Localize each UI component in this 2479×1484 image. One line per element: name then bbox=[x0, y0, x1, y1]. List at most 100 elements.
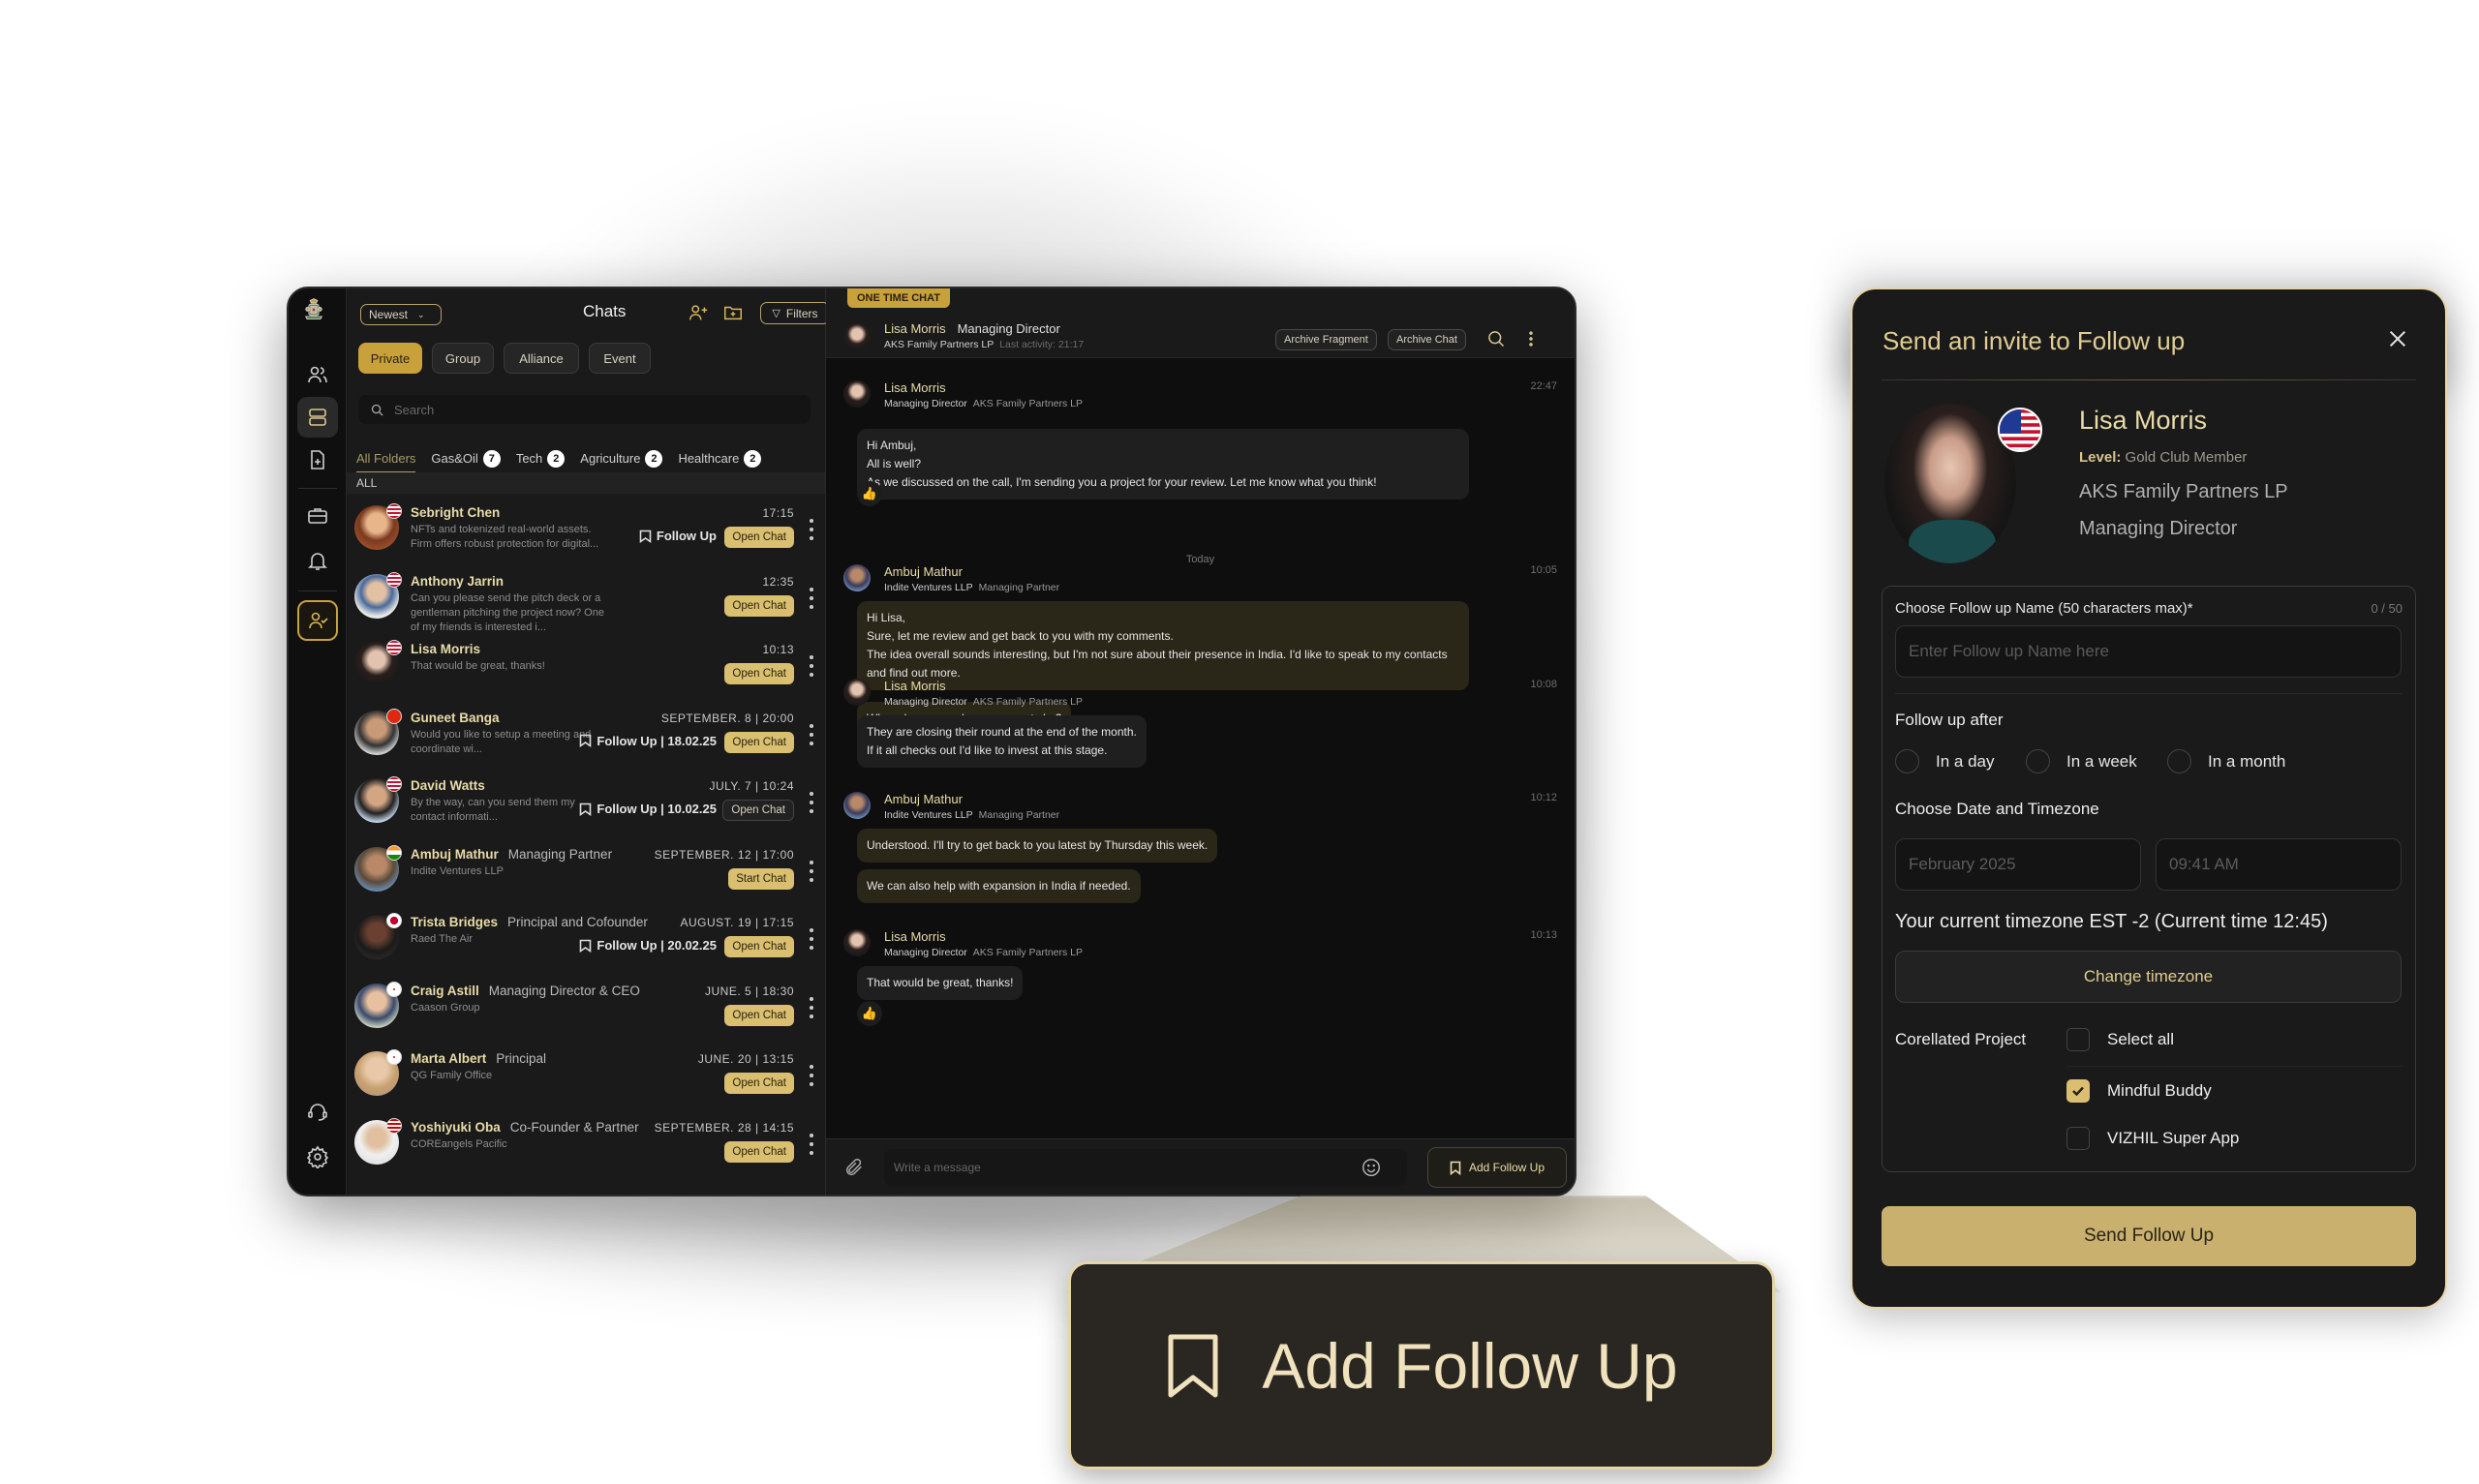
add-follow-up-button[interactable]: Add Follow Up bbox=[1427, 1147, 1567, 1188]
message-bubble[interactable]: Hi Lisa, Sure, let me review and get bac… bbox=[857, 601, 1469, 690]
message-bubble[interactable]: They are closing their round at the end … bbox=[857, 715, 1147, 768]
folder-tab-all[interactable]: All Folders bbox=[356, 451, 416, 473]
message-bubble[interactable]: That would be great, thanks! bbox=[857, 966, 1024, 1000]
folder-tab-tech[interactable]: Tech 2 bbox=[516, 449, 566, 468]
close-button[interactable] bbox=[2387, 328, 2410, 351]
date-input[interactable] bbox=[1895, 838, 2141, 891]
tab-private[interactable]: Private bbox=[358, 343, 422, 374]
sender-avatar[interactable] bbox=[843, 380, 871, 408]
checkbox-select-all[interactable]: Select all bbox=[2066, 1028, 2174, 1051]
tab-group[interactable]: Group bbox=[432, 343, 494, 374]
more-options-button[interactable] bbox=[808, 587, 815, 609]
settings-button[interactable] bbox=[297, 1136, 338, 1177]
add-contact-button[interactable] bbox=[686, 300, 711, 325]
follow-up-name-input[interactable] bbox=[1895, 625, 2402, 678]
message-bubble[interactable]: Understood. I'll try to get back to you … bbox=[857, 829, 1218, 863]
chat-list-item[interactable]: Anthony Jarrin Can you please send the pi… bbox=[347, 566, 825, 635]
new-folder-button[interactable] bbox=[720, 300, 746, 325]
send-follow-up-button[interactable]: Send Follow Up bbox=[1882, 1206, 2416, 1266]
checkbox-mindful-buddy[interactable]: Mindful Buddy bbox=[2066, 1079, 2212, 1103]
chat-list-item[interactable]: Ambuj Mathur Managing Partner Indite Ventu… bbox=[347, 839, 825, 908]
more-options-button[interactable] bbox=[808, 792, 815, 813]
search-icon bbox=[371, 404, 383, 416]
start-chat-button[interactable]: Start Chat bbox=[728, 867, 794, 890]
more-options-button[interactable] bbox=[808, 928, 815, 950]
message-input[interactable] bbox=[884, 1149, 1407, 1186]
sender-avatar[interactable] bbox=[843, 679, 871, 706]
chat-list-item[interactable]: Yoshiyuki Oba Co-Founder & Partner COREang… bbox=[347, 1112, 825, 1181]
radio-in-a-month[interactable]: In a month bbox=[2167, 749, 2285, 773]
checkbox[interactable] bbox=[2066, 1028, 2090, 1051]
tab-event[interactable]: Event bbox=[589, 343, 651, 374]
new-document-button[interactable] bbox=[297, 439, 338, 480]
contact-name: Guneet Banga bbox=[411, 710, 500, 725]
follow-up-indicator[interactable]: Follow Up | 10.02.25 bbox=[579, 802, 717, 816]
search-box[interactable]: Search bbox=[358, 395, 811, 424]
more-options-button[interactable] bbox=[808, 1133, 815, 1155]
checkbox-vizhil-super-app[interactable]: VIZHIL Super App bbox=[2066, 1127, 2239, 1150]
radio-in-a-day[interactable]: In a day bbox=[1895, 749, 1995, 773]
folder-tab-agriculture[interactable]: Agriculture 2 bbox=[580, 449, 663, 468]
projects-button[interactable] bbox=[297, 496, 338, 536]
open-chat-button[interactable]: Open Chat bbox=[724, 731, 794, 753]
change-timezone-button[interactable]: Change timezone bbox=[1895, 951, 2402, 1003]
folder-label: Gas&Oil bbox=[431, 451, 478, 466]
composer: Add Follow Up bbox=[826, 1138, 1575, 1195]
more-options-button[interactable] bbox=[808, 996, 815, 1018]
chat-list-item[interactable]: David Watts By the way, can you send them… bbox=[347, 771, 825, 839]
more-options-button[interactable] bbox=[808, 860, 815, 882]
chat-list-item[interactable]: Guneet Banga Would you like to setup a me… bbox=[347, 703, 825, 772]
chat-list-item[interactable]: Trista Bridges Principal and Cofounder Rae… bbox=[347, 907, 825, 976]
time-input[interactable] bbox=[2156, 838, 2402, 891]
support-button[interactable] bbox=[297, 1092, 338, 1133]
thumbs-up-reaction[interactable]: 👍 bbox=[857, 481, 882, 506]
open-chat-button[interactable]: Open Chat bbox=[724, 1004, 794, 1026]
filters-button[interactable]: ▽ Filters bbox=[760, 302, 830, 324]
open-chat-button[interactable]: Open Chat bbox=[724, 1140, 794, 1163]
message-bubble[interactable]: Hi Ambuj, All is well? As we discussed o… bbox=[857, 429, 1469, 500]
more-options-button[interactable] bbox=[808, 723, 815, 745]
follow-up-indicator[interactable]: Follow Up | 18.02.25 bbox=[579, 734, 717, 748]
notifications-button[interactable] bbox=[297, 540, 338, 581]
more-options-button[interactable] bbox=[808, 1065, 815, 1086]
checkbox[interactable] bbox=[2066, 1127, 2090, 1150]
chats-button[interactable] bbox=[297, 397, 338, 438]
more-options-button[interactable] bbox=[808, 519, 815, 540]
follow-up-indicator[interactable]: Follow Up | 20.02.25 bbox=[579, 938, 717, 953]
chat-list-item[interactable]: Marta Albert Principal QG Family Office JUN… bbox=[347, 1044, 825, 1112]
archive-fragment-button[interactable]: Archive Fragment bbox=[1275, 329, 1377, 350]
contacts-button[interactable] bbox=[297, 354, 338, 395]
open-chat-button[interactable]: Open Chat bbox=[724, 594, 794, 617]
contact-avatar[interactable] bbox=[843, 323, 871, 350]
open-chat-button[interactable]: Open Chat bbox=[724, 1073, 794, 1094]
message-bubble[interactable]: We can also help with expansion in India… bbox=[857, 869, 1141, 903]
follow-up-indicator[interactable]: Follow Up bbox=[639, 529, 717, 543]
chat-list-item[interactable]: Craig Astill Managing Director & CEO Caaso… bbox=[347, 976, 825, 1045]
sender-avatar[interactable] bbox=[843, 564, 871, 591]
folder-tab-gas-oil[interactable]: Gas&Oil 7 bbox=[431, 449, 501, 468]
thumbs-up-reaction[interactable]: 👍 bbox=[857, 1001, 882, 1026]
checkbox[interactable] bbox=[2066, 1079, 2090, 1103]
folder-tab-healthcare[interactable]: Healthcare 2 bbox=[678, 449, 762, 468]
search-chat-button[interactable] bbox=[1484, 327, 1508, 350]
more-options-button[interactable] bbox=[808, 655, 815, 677]
sender-avatar[interactable] bbox=[843, 929, 871, 956]
emoji-button[interactable] bbox=[1361, 1157, 1382, 1178]
attach-button[interactable] bbox=[843, 1157, 865, 1178]
open-chat-button[interactable]: Open Chat bbox=[724, 936, 794, 957]
archive-chat-button[interactable]: Archive Chat bbox=[1388, 329, 1466, 350]
open-chat-button[interactable]: Open Chat bbox=[724, 527, 794, 548]
sort-dropdown[interactable]: Newest ⌄ bbox=[360, 304, 442, 325]
tab-alliance[interactable]: Alliance bbox=[504, 343, 579, 374]
open-chat-button[interactable]: Open Chat bbox=[724, 663, 794, 684]
more-options-button[interactable] bbox=[1519, 327, 1543, 350]
chat-list-item[interactable]: Lisa Morris That would be great, thanks! 1… bbox=[347, 634, 825, 703]
one-time-chat-badge: ONE TIME CHAT bbox=[847, 288, 950, 308]
follow-ups-button[interactable] bbox=[297, 600, 338, 641]
close-icon bbox=[2389, 330, 2406, 348]
sender-avatar[interactable] bbox=[843, 792, 871, 819]
chat-list-item[interactable]: Sebright Chen NFTs and tokenized real-wor… bbox=[347, 498, 825, 566]
radio-in-a-week[interactable]: In a week bbox=[2026, 749, 2137, 773]
open-chat-button[interactable]: Open Chat bbox=[722, 800, 794, 821]
checkbox-label: Mindful Buddy bbox=[2107, 1081, 2212, 1100]
